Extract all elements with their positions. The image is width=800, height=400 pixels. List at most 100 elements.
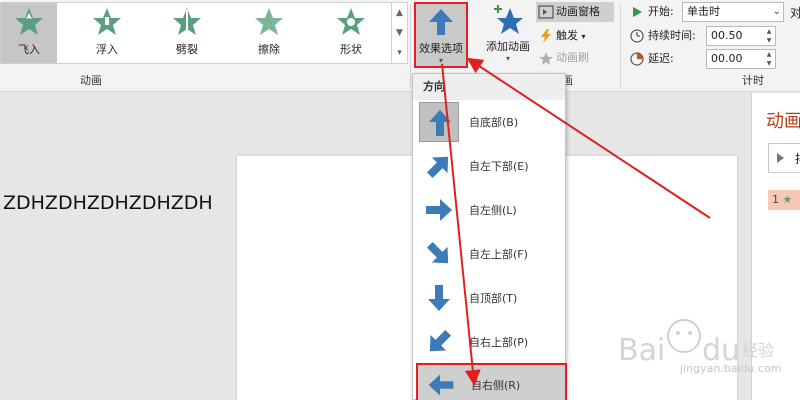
animation-pane-icon xyxy=(538,5,554,19)
chevron-down-icon: ▾ xyxy=(438,56,443,65)
pane-title: 动画 xyxy=(766,111,800,132)
star-icon: ★ xyxy=(782,193,793,206)
duration-value: 00.50 xyxy=(711,29,743,42)
chevron-down-icon[interactable]: ⌄ xyxy=(773,3,781,21)
add-animation-button[interactable]: 添加动画 ▾ xyxy=(478,2,538,68)
play-label: 排 xyxy=(795,150,800,167)
effect-options-button[interactable]: 效果选项 ▾ xyxy=(414,2,468,68)
duration-input[interactable]: 00.50 ▲ ▼ xyxy=(706,26,776,46)
animation-pane-button[interactable]: 动画窗格 xyxy=(536,2,614,22)
group-label-animation: 动画 xyxy=(80,74,102,87)
direction-from-top[interactable]: 自顶部(T) xyxy=(413,276,565,320)
icon-box xyxy=(419,102,459,142)
duration-row: 持续时间: xyxy=(630,26,696,46)
icon-box xyxy=(419,278,459,318)
shape-star-icon xyxy=(337,8,365,35)
animation-fly-in[interactable]: 飞入 xyxy=(1,3,57,63)
gallery-more-icon[interactable]: ▾ xyxy=(392,43,407,63)
animation-pane-label: 动画窗格 xyxy=(556,5,600,18)
reorder-label: 对 xyxy=(790,6,800,20)
delay-label: 延迟: xyxy=(648,52,674,65)
delay-value: 00.00 xyxy=(711,52,743,65)
animation-painter-label: 动画刷 xyxy=(556,51,589,64)
arrow-up-icon xyxy=(429,9,453,35)
slide-text[interactable]: ZDHZDHZDHZDHZDH xyxy=(3,192,213,214)
duration-spinner[interactable]: ▲ ▼ xyxy=(763,27,775,45)
direction-dropdown: 方向 自底部(B) 自左下部(E) 自左侧(L) 自左上部(F) 自顶部(T) … xyxy=(412,73,567,400)
animation-label: 擦除 xyxy=(258,43,280,56)
start-select[interactable]: 单击时 ⌄ xyxy=(682,2,784,22)
animation-label: 形状 xyxy=(340,43,362,56)
gallery-scrollbar[interactable]: ▲ ▼ ▾ xyxy=(392,2,408,64)
direction-from-top-left[interactable]: 自左上部(F) xyxy=(413,232,565,276)
animation-gallery: 飞入 浮入 劈裂 擦除 形状 xyxy=(0,2,392,64)
animation-painter-button[interactable]: 动画刷 xyxy=(536,48,614,68)
direction-from-right[interactable]: 自右侧(R) xyxy=(416,363,567,400)
arrow-down-left-icon xyxy=(429,329,452,352)
chevron-up-icon[interactable]: ▲ xyxy=(392,3,407,23)
ribbon: 飞入 浮入 劈裂 擦除 形状 ▲ ▼ ▾ 动画 效果选项 ▾ 添加动画 ▾ 动画… xyxy=(0,0,800,92)
icon-box xyxy=(421,366,461,400)
direction-label: 自顶部(T) xyxy=(469,292,518,305)
watermark-text: jingyan.baidu.com xyxy=(680,362,782,375)
icon-box xyxy=(419,146,459,186)
start-row: 开始: xyxy=(630,2,674,22)
wipe-star-icon xyxy=(255,8,283,35)
clock-icon xyxy=(630,29,644,43)
arrow-down-icon xyxy=(428,285,450,311)
animation-shape[interactable]: 形状 xyxy=(323,3,379,63)
duration-label: 持续时间: xyxy=(648,29,696,42)
direction-from-left[interactable]: 自左侧(L) xyxy=(413,188,565,232)
play-icon xyxy=(633,7,642,17)
animation-painter-icon xyxy=(539,52,553,65)
chevron-down-icon: ▾ xyxy=(581,32,586,41)
animation-split[interactable]: 劈裂 xyxy=(159,3,215,63)
svg-text:经验: 经验 xyxy=(742,341,774,360)
chevron-down-icon: ▾ xyxy=(505,54,510,63)
animation-entry[interactable]: 1 ★ xyxy=(768,190,800,210)
trigger-label: 触发 xyxy=(556,29,578,42)
start-label: 开始: xyxy=(648,5,674,18)
direction-from-bottom-left[interactable]: 自左下部(E) xyxy=(413,144,565,188)
direction-from-top-right[interactable]: 自右上部(P) xyxy=(413,320,565,364)
direction-label: 自左下部(E) xyxy=(469,160,529,173)
split-star-icon xyxy=(173,8,201,35)
direction-label: 自右侧(R) xyxy=(471,379,521,392)
icon-box xyxy=(419,234,459,274)
add-animation-label: 添加动画 xyxy=(486,40,530,53)
divider xyxy=(620,4,621,88)
effect-options-label: 效果选项 xyxy=(419,42,463,55)
trigger-button[interactable]: 触发 ▾ xyxy=(536,26,614,46)
fly-in-star-icon xyxy=(15,8,43,35)
arrow-up-icon xyxy=(429,110,451,136)
direction-label: 自右上部(P) xyxy=(469,336,529,349)
float-in-star-icon xyxy=(93,8,121,35)
lightning-icon xyxy=(541,29,551,43)
play-icon xyxy=(777,153,784,163)
delay-row: 延迟: xyxy=(630,49,674,69)
animation-label: 飞入 xyxy=(18,43,40,56)
icon-box xyxy=(419,322,459,362)
entry-number: 1 xyxy=(772,193,779,206)
direction-label: 自左上部(F) xyxy=(469,248,528,261)
chevron-down-icon[interactable]: ▼ xyxy=(392,23,407,43)
animation-float-in[interactable]: 浮入 xyxy=(79,3,135,63)
play-button[interactable]: 排 xyxy=(768,143,800,173)
direction-label: 自底部(B) xyxy=(469,116,519,129)
animation-label: 浮入 xyxy=(96,43,118,56)
divider xyxy=(410,4,411,88)
arrow-up-right-icon xyxy=(426,156,449,179)
dropdown-header: 方向 xyxy=(413,74,565,100)
start-value: 单击时 xyxy=(687,5,720,18)
svg-text:Bai: Bai xyxy=(618,333,665,368)
direction-from-bottom[interactable]: 自底部(B) xyxy=(413,100,565,144)
arrow-right-icon xyxy=(426,199,452,221)
delay-input[interactable]: 00.00 ▲ ▼ xyxy=(706,49,776,69)
arrow-left-icon xyxy=(428,374,454,396)
icon-box xyxy=(419,190,459,230)
animation-label: 劈裂 xyxy=(176,43,198,56)
animation-wipe[interactable]: 擦除 xyxy=(241,3,297,63)
add-animation-star-icon xyxy=(494,5,523,34)
delay-spinner[interactable]: ▲ ▼ xyxy=(763,50,775,68)
delay-clock-icon xyxy=(630,52,644,66)
